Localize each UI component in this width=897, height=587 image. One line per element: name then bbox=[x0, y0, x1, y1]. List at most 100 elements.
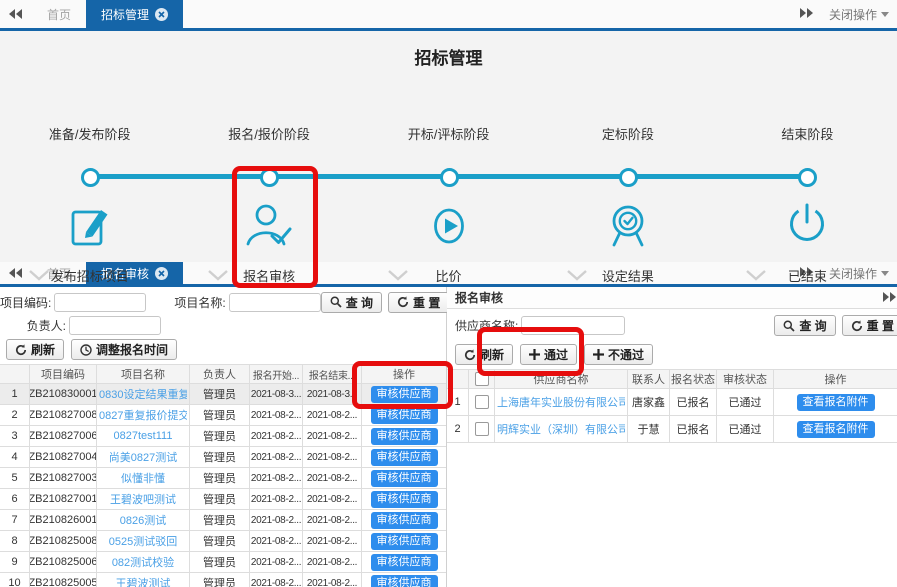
reject-button[interactable]: 不通过 bbox=[584, 344, 653, 365]
project-table-row[interactable]: 7 ZB210826001 0826测试 管理员 2021-08-2... 20… bbox=[0, 510, 446, 531]
tab-bidding-management[interactable]: 招标管理 bbox=[86, 0, 183, 28]
header-end-time: 报名结束... bbox=[303, 365, 362, 383]
manager-cell: 管理员 bbox=[190, 531, 250, 551]
supplier-table-row[interactable]: 1 上海唐年实业股份有限公司 唐家鑫 已报名 已通过 查看报名附件 bbox=[447, 389, 897, 416]
stage-action-label[interactable]: 比价 bbox=[359, 266, 538, 285]
end-time-cell: 2021-08-2... bbox=[303, 552, 362, 572]
project-table-row[interactable]: 10 ZB210825005 王碧波测试 管理员 2021-08-2... 20… bbox=[0, 573, 446, 587]
project-name-link[interactable]: 尚美0827测试 bbox=[109, 449, 177, 465]
review-supplier-button[interactable]: 审核供应商 bbox=[371, 512, 438, 529]
adjust-registration-time-button[interactable]: 调整报名时间 bbox=[71, 339, 177, 360]
project-table-row[interactable]: 5 ZB210827003 似懂非懂 管理员 2021-08-2... 2021… bbox=[0, 468, 446, 489]
reset-button[interactable]: 重 置 bbox=[842, 315, 897, 336]
project-table-row[interactable]: 3 ZB210827006 0827test111 管理员 2021-08-2.… bbox=[0, 426, 446, 447]
stage-action-label[interactable]: 已结束 bbox=[718, 266, 897, 285]
review-supplier-button[interactable]: 审核供应商 bbox=[371, 533, 438, 550]
supplier-name-link[interactable]: 明辉实业（深圳）有限公司 bbox=[497, 421, 625, 437]
review-supplier-button[interactable]: 审核供应商 bbox=[371, 386, 438, 403]
end-time-cell: 2021-08-2... bbox=[303, 468, 362, 488]
start-time-cell: 2021-08-3... bbox=[250, 384, 303, 404]
project-code-cell: ZB210827001 bbox=[30, 489, 97, 509]
project-name-link[interactable]: 0827重复报价提交... bbox=[99, 407, 187, 423]
refresh-icon bbox=[15, 344, 27, 356]
project-name-link[interactable]: 0525测试驳回 bbox=[109, 533, 177, 549]
supplier-table-row[interactable]: 2 明辉实业（深圳）有限公司 于慧 已报名 已通过 查看报名附件 bbox=[447, 416, 897, 443]
review-supplier-button[interactable]: 审核供应商 bbox=[371, 407, 438, 424]
project-table-row[interactable]: 1 ZB210830001 0830设定结果重复... 管理员 2021-08-… bbox=[0, 384, 446, 405]
expand-tabs-icon[interactable] bbox=[799, 7, 813, 21]
approve-button[interactable]: 通过 bbox=[520, 344, 577, 365]
edit-icon[interactable] bbox=[62, 198, 118, 261]
project-name-link[interactable]: 0830设定结果重复... bbox=[99, 386, 187, 402]
row-index: 2 bbox=[447, 416, 469, 442]
query-button[interactable]: 查 询 bbox=[321, 292, 382, 313]
review-toolbar: 刷新 通过 不通过 bbox=[455, 344, 897, 365]
row-index: 10 bbox=[0, 573, 30, 587]
review-supplier-button[interactable]: 审核供应商 bbox=[371, 428, 438, 445]
start-time-cell: 2021-08-2... bbox=[250, 447, 303, 467]
stage-action-label[interactable]: 报名审核 bbox=[179, 266, 358, 285]
manager-input[interactable] bbox=[69, 316, 161, 335]
header-audit-status: 审核状态 bbox=[717, 370, 774, 388]
review-supplier-button[interactable]: 审核供应商 bbox=[371, 449, 438, 466]
project-table-row[interactable]: 9 ZB210825006 082测试校验 管理员 2021-08-2... 2… bbox=[0, 552, 446, 573]
seal-check-icon[interactable] bbox=[600, 198, 656, 261]
user-check-icon[interactable] bbox=[241, 198, 297, 261]
review-supplier-button[interactable]: 审核供应商 bbox=[371, 554, 438, 571]
stage-action-label[interactable]: 发布招标项目 bbox=[0, 266, 179, 285]
registration-status-cell: 已报名 bbox=[670, 416, 717, 442]
manager-cell: 管理员 bbox=[190, 468, 250, 488]
supplier-name-link[interactable]: 上海唐年实业股份有限公司 bbox=[497, 394, 625, 410]
stage-action-label[interactable]: 设定结果 bbox=[538, 266, 717, 285]
view-attachment-button[interactable]: 查看报名附件 bbox=[797, 394, 875, 411]
project-table-row[interactable]: 2 ZB210827008 0827重复报价提交... 管理员 2021-08-… bbox=[0, 405, 446, 426]
project-table-row[interactable]: 8 ZB210825008 0525测试驳回 管理员 2021-08-2... … bbox=[0, 531, 446, 552]
review-supplier-button[interactable]: 审核供应商 bbox=[371, 491, 438, 508]
row-checkbox[interactable] bbox=[475, 422, 489, 436]
top-tabbar: 首页 招标管理 关闭操作 bbox=[0, 0, 897, 31]
row-index: 2 bbox=[0, 405, 30, 425]
manager-cell: 管理员 bbox=[190, 552, 250, 572]
phase-label: 定标阶段 bbox=[538, 124, 717, 143]
project-name-label: 项目名称: bbox=[174, 294, 225, 311]
tab-close-icon[interactable] bbox=[155, 8, 168, 21]
start-time-cell: 2021-08-2... bbox=[250, 489, 303, 509]
project-code-input[interactable] bbox=[54, 293, 146, 312]
expand-panel-icon[interactable] bbox=[882, 291, 896, 305]
contact-cell: 于慧 bbox=[628, 416, 670, 442]
project-name-link[interactable]: 0826测试 bbox=[120, 512, 166, 528]
phase-label: 开标/评标阶段 bbox=[359, 124, 538, 143]
header-index bbox=[447, 370, 469, 388]
supplier-name-label: 供应商名称: bbox=[455, 317, 518, 334]
review-supplier-button[interactable]: 审核供应商 bbox=[371, 575, 438, 587]
project-name-link[interactable]: 似懂非懂 bbox=[121, 470, 165, 486]
project-name-input[interactable] bbox=[229, 293, 321, 312]
view-attachment-button[interactable]: 查看报名附件 bbox=[797, 421, 875, 438]
project-name-link[interactable]: 0827test111 bbox=[114, 430, 173, 442]
reset-button[interactable]: 重 置 bbox=[388, 292, 449, 313]
select-all-checkbox[interactable] bbox=[475, 372, 489, 386]
end-time-cell: 2021-08-2... bbox=[303, 426, 362, 446]
project-table-row[interactable]: 6 ZB210827001 王碧波吧测试 管理员 2021-08-2... 20… bbox=[0, 489, 446, 510]
collapse-tabs-icon[interactable] bbox=[0, 0, 32, 28]
close-operations-dropdown[interactable]: 关闭操作 bbox=[829, 6, 889, 23]
refresh-button[interactable]: 刷新 bbox=[6, 339, 64, 360]
power-icon[interactable] bbox=[779, 198, 835, 261]
supplier-name-input[interactable] bbox=[521, 316, 625, 335]
supplier-search-form: 供应商名称: 查 询 重 置 bbox=[447, 309, 897, 340]
project-name-link[interactable]: 082测试校验 bbox=[112, 554, 174, 570]
review-supplier-button[interactable]: 审核供应商 bbox=[371, 470, 438, 487]
project-name-link[interactable]: 王碧波吧测试 bbox=[110, 491, 176, 507]
refresh-button[interactable]: 刷新 bbox=[455, 344, 513, 365]
start-time-cell: 2021-08-2... bbox=[250, 405, 303, 425]
tab-home[interactable]: 首页 bbox=[32, 0, 86, 28]
play-circle-icon[interactable] bbox=[421, 198, 477, 261]
phase-label: 结束阶段 bbox=[718, 124, 897, 143]
timeline-node bbox=[619, 168, 638, 187]
row-checkbox[interactable] bbox=[475, 395, 489, 409]
manager-cell: 管理员 bbox=[190, 405, 250, 425]
search-icon bbox=[783, 320, 795, 332]
query-button[interactable]: 查 询 bbox=[774, 315, 835, 336]
project-name-link[interactable]: 王碧波测试 bbox=[116, 575, 171, 587]
project-table-row[interactable]: 4 ZB210827004 尚美0827测试 管理员 2021-08-2... … bbox=[0, 447, 446, 468]
